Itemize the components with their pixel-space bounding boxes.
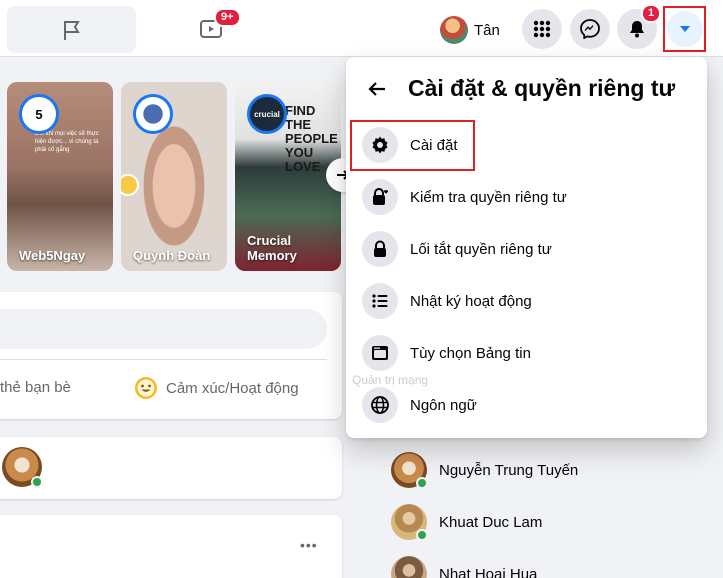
settings-highlight-box (350, 120, 475, 171)
menu-button[interactable] (522, 9, 562, 49)
messenger-button[interactable] (570, 9, 610, 49)
profile-shortcut[interactable]: Tân (440, 12, 500, 48)
lock-icon (362, 231, 398, 267)
post-input[interactable] (0, 309, 327, 349)
account-button-highlight (663, 6, 706, 52)
online-indicator (31, 476, 43, 488)
menu-item-label: Kiểm tra quyền riêng tư (410, 188, 567, 206)
tag-friends-button[interactable]: thẻ bạn bè (0, 379, 71, 396)
menu-item-privacy-checkup[interactable]: Kiểm tra quyền riêng tư (362, 175, 567, 219)
story-avatar (133, 94, 173, 134)
menu-item-newsfeed-preferences[interactable]: Tùy chọn Bảng tin (362, 331, 531, 375)
menu-item-label: Tùy chọn Bảng tin (410, 344, 531, 362)
story-name: Crucial Memory (247, 233, 297, 263)
lock-heart-icon (362, 179, 398, 215)
story-name: Web5Ngay (19, 248, 86, 263)
story-card[interactable]: Đôi khi mọi việc sẽ thực hiện được... vì… (7, 82, 113, 271)
composer-card: thẻ bạn bè Cảm xúc/Hoạt động (0, 292, 342, 419)
messenger-icon (580, 19, 600, 39)
avatar (391, 556, 427, 578)
pages-tab[interactable] (7, 6, 136, 53)
flag-icon (63, 20, 80, 40)
notification-badge: 1 (641, 4, 662, 23)
avatar (440, 16, 468, 44)
back-arrow-icon[interactable] (366, 78, 388, 100)
video-badge: 9+ (214, 8, 241, 27)
story-text: Đôi khi mọi việc sẽ thực hiện được... vì… (35, 131, 99, 153)
contact-item[interactable]: Nhat Hoai Hua (391, 556, 537, 578)
caret-down-icon (679, 26, 690, 32)
feeling-activity-button[interactable]: Cảm xúc/Hoạt động (134, 376, 299, 400)
story-avatar: crucial (247, 94, 287, 134)
contact-name: Nhat Hoai Hua (439, 565, 538, 578)
post-options-icon[interactable]: ••• (300, 537, 318, 553)
online-friends-card (0, 437, 342, 499)
menu-item-label: Ngôn ngữ (410, 396, 477, 414)
contact-name: Nguyễn Trung Tuyến (439, 461, 579, 479)
contact-name: Khuat Duc Lam (439, 513, 543, 531)
story-name: Quỳnh Đoàn (133, 248, 211, 263)
smiley-icon (135, 377, 157, 399)
avatar (391, 452, 428, 489)
newsfeed-icon (362, 335, 398, 371)
menu-header: Cài đặt & quyền riêng tư (366, 75, 675, 102)
list-icon (362, 283, 398, 319)
account-menu-button[interactable] (666, 11, 703, 47)
avatar[interactable] (2, 447, 43, 488)
menu-item-label: Nhật ký hoạt động (410, 292, 532, 310)
settings-privacy-menu: Cài đặt & quyền riêng tư Cài đặt Kiểm tr… (346, 57, 707, 438)
contact-item[interactable]: Nguyễn Trung Tuyến (391, 452, 579, 489)
apps-grid-icon (533, 20, 551, 38)
menu-title: Cài đặt & quyền riêng tư (408, 75, 676, 101)
contact-item[interactable]: Khuat Duc Lam (391, 504, 543, 541)
feeling-label: Cảm xúc/Hoạt động (166, 379, 299, 397)
menu-item-label: Lối tắt quyền riêng tư (410, 240, 552, 258)
online-indicator (416, 529, 428, 541)
profile-name: Tân (474, 21, 500, 39)
bell-icon (630, 21, 644, 38)
reaction-icon (121, 174, 139, 196)
divider (0, 359, 327, 360)
menu-item-activity-log[interactable]: Nhật ký hoạt động (362, 279, 532, 323)
globe-icon (362, 387, 398, 423)
menu-item-language[interactable]: Ngôn ngữ (362, 383, 477, 427)
menu-item-privacy-shortcuts[interactable]: Lối tắt quyền riêng tư (362, 227, 552, 271)
avatar (391, 504, 428, 541)
post-card: ••• (0, 515, 342, 578)
online-indicator (416, 477, 428, 489)
story-avatar: 5 (19, 94, 59, 134)
story-card[interactable]: Quỳnh Đoàn (121, 82, 227, 271)
